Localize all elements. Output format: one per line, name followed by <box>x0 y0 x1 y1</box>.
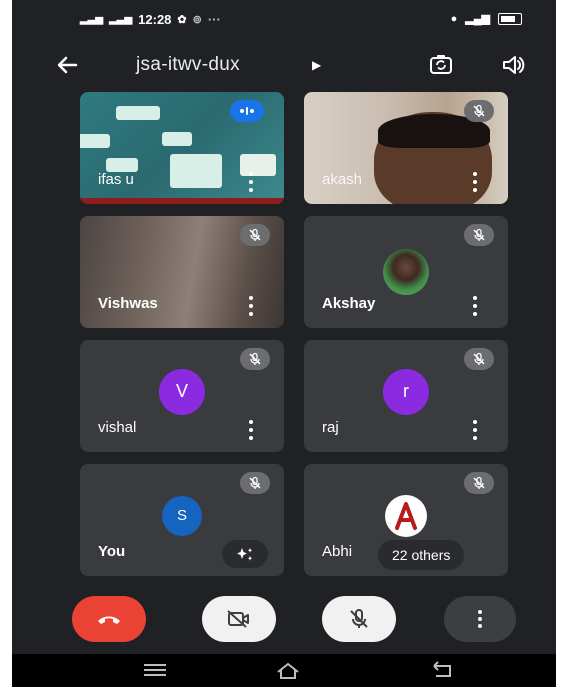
more-options-button[interactable] <box>444 596 516 642</box>
mic-off-icon <box>473 104 485 117</box>
camera-off-icon <box>227 610 249 628</box>
home-nav-button[interactable] <box>274 660 302 680</box>
menu-icon <box>144 664 166 676</box>
status-left: ▂▃▅ ▂▃▅ 12:28 ✿ ⊚ ··· <box>80 12 221 27</box>
participant-name: Abhi <box>322 543 353 560</box>
status-bar: ▂▃▅ ▂▃▅ 12:28 ✿ ⊚ ··· ● ▂▄▆ <box>12 0 556 38</box>
mic-off-icon <box>350 609 368 628</box>
audio-level-icon <box>240 107 254 115</box>
speaker-icon <box>503 56 525 74</box>
sync-icon: ⊚ <box>192 14 202 26</box>
avatar <box>385 494 427 537</box>
mic-off-icon <box>473 352 485 365</box>
mic-toggle-button[interactable] <box>322 596 396 642</box>
more-vert-icon[interactable] <box>248 296 254 316</box>
slide-box <box>116 106 160 120</box>
end-call-icon <box>98 616 120 624</box>
participant-tile[interactable]: Vishwas <box>80 216 284 328</box>
participant-name: Vishwas <box>98 295 158 312</box>
mic-off-icon <box>249 476 261 489</box>
gear-icon: ✿ <box>177 14 187 26</box>
signal-icon: ▂▃▅ <box>80 14 104 25</box>
back-nav-button[interactable] <box>428 660 456 680</box>
meeting-details-caret-icon[interactable]: ▶ <box>312 58 321 72</box>
switch-camera-button[interactable] <box>426 50 456 80</box>
mic-off-icon <box>249 352 261 365</box>
signal-icon-2: ▂▃▅ <box>109 14 133 25</box>
mute-indicator <box>240 472 270 494</box>
slide-box <box>240 154 276 176</box>
slide-box <box>80 134 110 148</box>
back-button[interactable] <box>52 50 82 80</box>
more-vert-icon[interactable] <box>472 420 478 440</box>
avatar: r <box>383 368 429 415</box>
participant-tile[interactable]: r raj <box>304 340 508 452</box>
avatar: S <box>162 495 202 536</box>
slide-box <box>170 154 222 188</box>
menu-nav-button[interactable] <box>142 662 168 678</box>
back-nav-icon <box>433 661 451 677</box>
participant-name: vishal <box>98 419 137 436</box>
participant-name: akash <box>322 171 363 188</box>
audio-output-button[interactable] <box>498 50 528 80</box>
more-vert-icon[interactable] <box>472 172 478 192</box>
participant-tile[interactable]: akash <box>304 92 508 204</box>
camera-toggle-button[interactable] <box>202 596 276 642</box>
more-vert-icon[interactable] <box>248 172 254 192</box>
status-right: ● ▂▄▆ <box>451 12 522 25</box>
more-vert-icon[interactable] <box>248 420 254 440</box>
participant-tile[interactable]: ifas u <box>80 92 284 204</box>
avatar: V <box>159 368 205 415</box>
participant-tile[interactable]: V vishal <box>80 340 284 452</box>
battery-icon <box>498 12 522 25</box>
meeting-top-bar: jsa-itwv-dux ▶ <box>12 44 556 86</box>
call-controls <box>12 592 556 652</box>
effects-button[interactable] <box>222 540 268 568</box>
avatar <box>383 249 429 295</box>
slide-box <box>162 132 192 146</box>
participant-name: ifas u <box>98 171 134 188</box>
mute-indicator <box>464 348 494 370</box>
network-icon: ▂▄▆ <box>465 13 490 25</box>
end-call-button[interactable] <box>72 596 146 642</box>
participant-tile[interactable]: Akshay <box>304 216 508 328</box>
more-vert-icon[interactable] <box>472 296 478 316</box>
mute-indicator <box>464 100 494 122</box>
more-notifications-icon: ··· <box>207 12 221 27</box>
participant-name: You <box>98 543 126 560</box>
phone-screen: ▂▃▅ ▂▃▅ 12:28 ✿ ⊚ ··· ● ▂▄▆ jsa-itwv-dux… <box>12 0 556 687</box>
mute-indicator <box>240 348 270 370</box>
home-icon <box>277 662 299 679</box>
system-nav-bar <box>12 654 556 687</box>
participant-tile-self[interactable]: S You <box>80 464 284 576</box>
more-vert-icon <box>477 610 483 628</box>
back-arrow-icon <box>57 56 78 74</box>
slide-box <box>106 158 138 172</box>
mute-indicator <box>464 472 494 494</box>
camera-switch-icon <box>430 55 452 74</box>
status-time: 12:28 <box>138 12 172 27</box>
mic-off-icon <box>249 228 261 241</box>
mute-indicator <box>464 224 494 246</box>
alarm-icon: ● <box>450 12 458 25</box>
others-count-pill[interactable]: 22 others <box>378 540 465 570</box>
screen-share-indicator <box>230 100 264 122</box>
mic-off-icon <box>473 228 485 241</box>
mic-off-icon <box>473 476 485 489</box>
mute-indicator <box>240 224 270 246</box>
participant-name: raj <box>322 419 339 436</box>
participant-tile-overflow[interactable]: Abhi 22 others <box>304 464 508 576</box>
others-count-label: 22 others <box>392 547 451 563</box>
sparkle-effects-icon <box>237 548 252 561</box>
meeting-code[interactable]: jsa-itwv-dux <box>136 54 240 76</box>
slide-footer-strip <box>80 198 284 204</box>
participant-name: Akshay <box>322 295 376 312</box>
letter-a-logo-icon <box>395 501 417 530</box>
